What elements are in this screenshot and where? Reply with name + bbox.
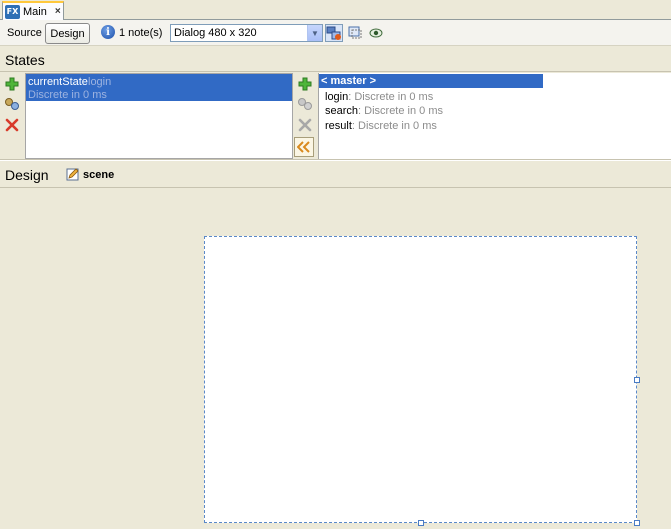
resize-handle-corner[interactable]	[634, 520, 640, 526]
scene-label[interactable]: scene	[83, 169, 114, 181]
state-list[interactable]: < master > login: Discrete in 0 ms searc…	[318, 73, 671, 159]
chevron-down-icon[interactable]: ▼	[307, 25, 322, 41]
design-button[interactable]: Design	[45, 23, 90, 44]
tab-main-label: Main	[23, 5, 47, 18]
state-tools	[293, 73, 317, 159]
orientation-toggle-icon[interactable]	[325, 24, 343, 42]
resize-handle-right[interactable]	[634, 377, 640, 383]
design-title: Design	[5, 167, 49, 183]
state-group-row[interactable]: currentState login Discrete in 0 ms	[26, 74, 292, 101]
scene-canvas[interactable]	[204, 236, 637, 523]
state-name: result	[325, 120, 352, 132]
state-settings-icon[interactable]	[296, 95, 314, 113]
delete-state-group-icon[interactable]	[3, 116, 21, 134]
state-group-tools	[0, 73, 24, 159]
design-separator	[0, 187, 671, 188]
device-select-value: Dialog 480 x 320	[174, 27, 257, 39]
design-button-label: Design	[50, 27, 85, 40]
states-header	[0, 48, 671, 72]
add-state-group-icon[interactable]	[3, 75, 21, 93]
master-state-row[interactable]: < master >	[319, 74, 543, 88]
panel-splitter[interactable]	[0, 159, 671, 161]
state-group-transition: Discrete in 0 ms	[28, 89, 107, 101]
list-item[interactable]: login: Discrete in 0 ms	[325, 90, 433, 104]
state-group-list[interactable]: currentState login Discrete in 0 ms	[25, 73, 293, 159]
editor-tab-strip	[0, 0, 671, 20]
eye-icon[interactable]	[367, 24, 385, 42]
state-group-settings-icon[interactable]	[3, 95, 21, 113]
list-item[interactable]: search: Discrete in 0 ms	[325, 104, 443, 118]
close-icon[interactable]: ×	[55, 6, 61, 17]
tab-main[interactable]: FX Main ×	[2, 1, 64, 20]
delete-state-icon[interactable]	[296, 116, 314, 134]
notes-count[interactable]: 1 note(s)	[119, 27, 162, 39]
collapse-left-icon[interactable]	[294, 137, 314, 157]
state-transition: : Discrete in 0 ms	[351, 120, 437, 132]
states-title: States	[5, 52, 45, 68]
state-transition: : Discrete in 0 ms	[348, 91, 434, 103]
state-name: login	[325, 91, 349, 103]
state-transition: : Discrete in 0 ms	[358, 105, 443, 117]
add-state-icon[interactable]	[296, 75, 314, 93]
scene-edit-icon[interactable]	[66, 167, 80, 181]
resize-handle-bottom[interactable]	[418, 520, 424, 526]
list-item[interactable]: result: Discrete in 0 ms	[325, 119, 437, 133]
state-group-current: login	[88, 76, 112, 88]
state-group-name: currentState	[28, 76, 88, 88]
device-select[interactable]: Dialog 480 x 320 ▼	[170, 24, 323, 42]
info-icon[interactable]: i	[101, 25, 115, 39]
fx-file-icon: FX	[5, 4, 20, 19]
preview-window-icon[interactable]	[346, 24, 364, 42]
state-name: search	[325, 105, 359, 117]
source-button[interactable]: Source	[4, 24, 45, 42]
